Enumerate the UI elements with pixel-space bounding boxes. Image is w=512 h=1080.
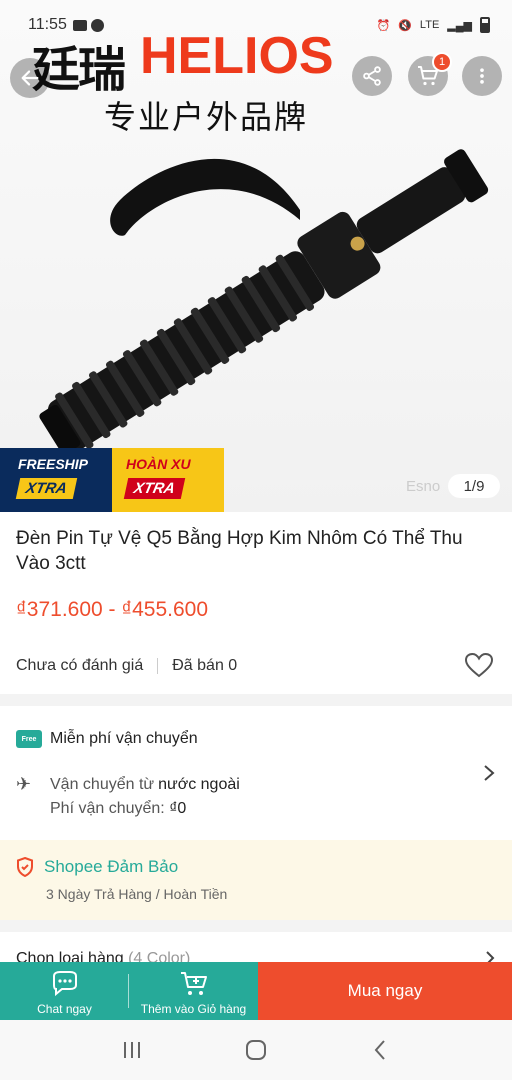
shipping-origin-row[interactable]: ✈ Vận chuyển từ nước ngoài <box>16 774 240 795</box>
back-chevron-icon <box>374 1040 385 1060</box>
shield-icon <box>17 857 33 877</box>
home-icon <box>246 1040 266 1060</box>
network-label: LTE <box>419 19 440 31</box>
shipping-origin-value: nước ngoài <box>158 775 240 793</box>
cart-button[interactable]: 1 <box>408 52 452 96</box>
section-divider <box>0 694 512 706</box>
youtube-icon <box>72 19 87 31</box>
status-bar: 11:55 ⏰ 🔇 LTE ▂▄▆ <box>28 14 490 36</box>
chat-icon <box>52 971 77 997</box>
image-counter: 1/9 <box>448 474 500 498</box>
guarantee-subtitle: 3 Ngày Trả Hàng / Hoàn Tiền <box>46 886 228 902</box>
divider <box>157 658 159 674</box>
spotify-icon <box>90 18 104 32</box>
back-nav-button[interactable] <box>360 1030 400 1070</box>
add-to-cart-icon <box>180 972 207 995</box>
more-button[interactable] <box>462 56 502 96</box>
more-vertical-icon <box>480 68 484 84</box>
image-watermark: Esno <box>406 478 441 495</box>
chat-now-label: Chat ngay <box>37 1002 92 1016</box>
shopee-guarantee-section[interactable]: Shopee Đảm Bảo 3 Ngày Trả Hàng / Hoàn Ti… <box>0 840 512 920</box>
rating-row: Chưa có đánh giá Đã bán 0 <box>16 654 496 678</box>
shipping-fee-prefix: Phí vận chuyển: <box>50 800 165 817</box>
favorite-heart-icon[interactable] <box>464 652 494 678</box>
add-to-cart-button[interactable]: Thêm vào Giỏ hàng <box>129 962 258 1020</box>
shipping-fee-value: ₫0 <box>169 800 187 817</box>
chat-now-button[interactable]: Chat ngay <box>0 962 129 1020</box>
shipping-fee-row: Phí vận chuyển: ₫0 <box>50 800 186 818</box>
bottom-action-bar: Chat ngay Thêm vào Giỏ hàng Mua ngay <box>0 962 512 1020</box>
buy-now-button[interactable]: Mua ngay <box>258 962 512 1020</box>
chevron-right-icon[interactable] <box>482 764 496 782</box>
flashlight-product-image <box>39 149 489 455</box>
freeship-xtra-badge: FREESHIP XTRA <box>0 448 112 512</box>
share-button[interactable] <box>352 56 392 96</box>
section-divider <box>0 920 512 932</box>
free-shipping-truck-icon: Free <box>16 730 42 748</box>
recent-apps-button[interactable] <box>112 1030 152 1070</box>
shipping-origin-prefix: Vận chuyển từ <box>50 775 155 793</box>
product-image-carousel[interactable]: 11:55 ⏰ 🔇 LTE ▂▄▆ 廷瑞 HELIOS 专业户外品牌 1 FRE… <box>0 0 512 512</box>
android-nav-bar <box>0 1020 512 1080</box>
brand-tagline: 专业户外品牌 <box>104 99 309 135</box>
recent-apps-icon <box>124 1042 140 1058</box>
sold-count: Đã bán 0 <box>172 657 238 674</box>
home-button[interactable] <box>236 1030 276 1070</box>
airplane-icon: ✈ <box>16 774 32 794</box>
product-price: ₫371.600 - ₫455.600 <box>16 598 209 621</box>
free-shipping-label: Miễn phí vận chuyển <box>50 730 198 747</box>
coin-xtra-badge: HOÀN XU XTRA <box>112 448 224 512</box>
arrow-left-icon <box>21 70 39 86</box>
signal-icon: ▂▄▆ <box>447 19 472 32</box>
add-to-cart-label: Thêm vào Giỏ hàng <box>140 1002 247 1016</box>
status-time: 11:55 <box>28 16 67 33</box>
alarm-icon: ⏰ <box>376 19 391 32</box>
product-title: Đèn Pin Tự Vệ Q5 Bằng Hợp Kim Nhôm Có Th… <box>16 528 463 574</box>
guarantee-title: Shopee Đảm Bảo <box>44 857 179 876</box>
share-icon <box>363 66 381 86</box>
back-button[interactable] <box>10 58 50 98</box>
cart-badge: 1 <box>432 52 452 72</box>
battery-icon <box>480 17 490 33</box>
mute-icon: 🔇 <box>398 19 412 32</box>
free-shipping-row: Free Miễn phí vận chuyển <box>16 730 198 748</box>
rating-text: Chưa có đánh giá <box>16 657 144 674</box>
promo-banner: FREESHIP XTRA HOÀN XU XTRA <box>0 448 224 512</box>
